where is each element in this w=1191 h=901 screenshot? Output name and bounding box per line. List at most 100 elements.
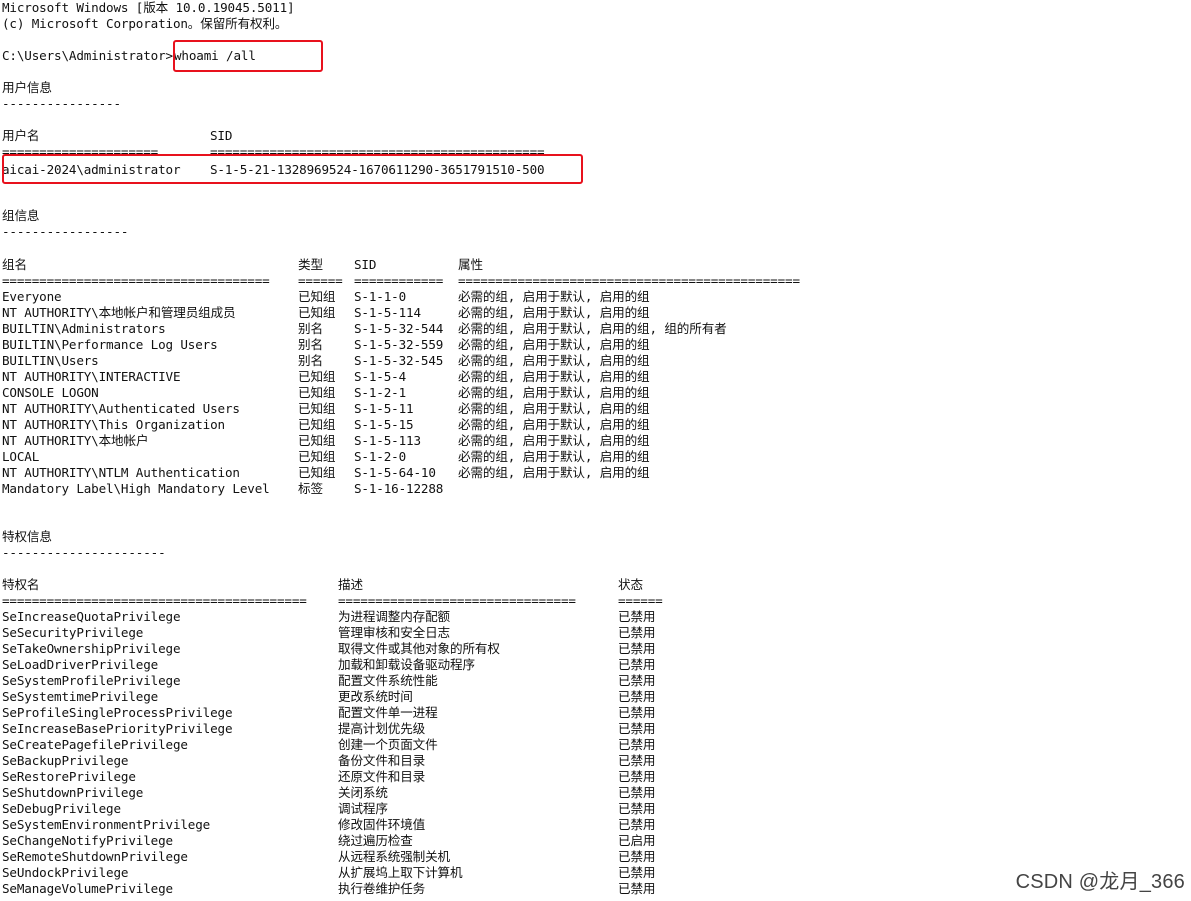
group-type-separator: ====== bbox=[298, 273, 343, 288]
group-sid-cell: S-1-1-0 bbox=[354, 289, 407, 304]
privilege-desc-cell: 绕过遍历检查 bbox=[338, 833, 413, 848]
group-name-cell: Mandatory Label\High Mandatory Level bbox=[2, 481, 270, 496]
group-info-header: 组名 类型 SID 属性 bbox=[2, 257, 483, 273]
group-type-cell: 已知组 bbox=[298, 385, 336, 400]
privilege-state-cell: 已禁用 bbox=[618, 657, 656, 672]
privilege-state-cell: 已禁用 bbox=[618, 689, 656, 704]
privilege-name-cell: SeDebugPrivilege bbox=[2, 801, 121, 816]
privilege-desc-cell: 管理审核和安全日志 bbox=[338, 625, 450, 640]
privilege-state-cell: 已禁用 bbox=[618, 849, 656, 864]
group-sid-cell: S-1-2-0 bbox=[354, 449, 407, 464]
group-name-cell: NT AUTHORITY\本地帐户和管理员组成员 bbox=[2, 305, 236, 320]
group-info-separator: ==================================== ===… bbox=[2, 273, 800, 289]
group-name-cell: LOCAL bbox=[2, 449, 40, 464]
privilege-name-cell: SeProfileSingleProcessPrivilege bbox=[2, 705, 233, 720]
privilege-state-cell: 已禁用 bbox=[618, 753, 656, 768]
group-type-column-header: 类型 bbox=[298, 257, 323, 272]
group-sid-column-header: SID bbox=[354, 257, 377, 272]
group-type-cell: 别名 bbox=[298, 321, 323, 336]
privilege-name-cell: SeCreatePagefilePrivilege bbox=[2, 737, 188, 752]
privilege-info-title: 特权信息 bbox=[2, 529, 52, 544]
group-name-cell: NT AUTHORITY\本地帐户 bbox=[2, 433, 149, 448]
command-prompt-line[interactable]: C:\Users\Administrator> whoami /all bbox=[2, 48, 256, 64]
copyright-line: (c) Microsoft Corporation。保留所有权利。 bbox=[2, 16, 288, 31]
privilege-name-cell: SeRemoteShutdownPrivilege bbox=[2, 849, 188, 864]
privilege-desc-cell: 为进程调整内存配额 bbox=[338, 609, 450, 624]
privilege-desc-column-header: 描述 bbox=[338, 577, 363, 592]
privilege-info-underline: ---------------------- bbox=[2, 545, 166, 560]
group-name-cell: BUILTIN\Performance Log Users bbox=[2, 337, 218, 352]
privilege-desc-cell: 配置文件系统性能 bbox=[338, 673, 438, 688]
group-type-cell: 别名 bbox=[298, 337, 323, 352]
group-attr-cell: 必需的组, 启用于默认, 启用的组, 组的所有者 bbox=[458, 321, 727, 336]
privilege-name-cell: SeSystemtimePrivilege bbox=[2, 689, 159, 704]
group-info-underline: ----------------- bbox=[2, 224, 129, 239]
privilege-state-column-header: 状态 bbox=[618, 577, 643, 592]
group-attr-cell: 必需的组, 启用于默认, 启用的组 bbox=[458, 385, 650, 400]
user-info-underline: ---------------- bbox=[2, 96, 121, 111]
privilege-state-cell: 已禁用 bbox=[618, 705, 656, 720]
group-sid-separator: ============ bbox=[354, 273, 444, 288]
group-sid-cell: S-1-5-32-559 bbox=[354, 337, 444, 352]
privilege-name-cell: SeSystemEnvironmentPrivilege bbox=[2, 817, 211, 832]
privilege-name-column-header: 特权名 bbox=[2, 577, 40, 592]
group-type-cell: 已知组 bbox=[298, 449, 336, 464]
group-attr-cell: 必需的组, 启用于默认, 启用的组 bbox=[458, 401, 650, 416]
csdn-watermark: CSDN @龙月_366 bbox=[1015, 871, 1185, 893]
prompt-path: C:\Users\Administrator> bbox=[2, 48, 173, 63]
privilege-info-separator: ========================================… bbox=[2, 593, 663, 609]
group-name-cell: CONSOLE LOGON bbox=[2, 385, 99, 400]
group-sid-cell: S-1-5-64-10 bbox=[354, 465, 436, 480]
privilege-state-cell: 已启用 bbox=[618, 833, 656, 848]
privilege-state-separator: ====== bbox=[618, 593, 663, 608]
group-attr-column-header: 属性 bbox=[458, 257, 483, 272]
user-sid-column-header: SID bbox=[210, 128, 233, 143]
user-info-header: 用户名 SID bbox=[2, 128, 232, 144]
privilege-desc-separator: ================================ bbox=[338, 593, 576, 608]
privilege-desc-cell: 创建一个页面文件 bbox=[338, 737, 438, 752]
group-name-cell: Everyone bbox=[2, 289, 62, 304]
group-attr-cell: 必需的组, 启用于默认, 启用的组 bbox=[458, 353, 650, 368]
group-type-cell: 已知组 bbox=[298, 289, 336, 304]
group-sid-cell: S-1-16-12288 bbox=[354, 481, 444, 496]
privilege-desc-cell: 提高计划优先级 bbox=[338, 721, 426, 736]
privilege-desc-cell: 取得文件或其他对象的所有权 bbox=[338, 641, 500, 656]
privilege-desc-cell: 关闭系统 bbox=[338, 785, 388, 800]
privilege-desc-cell: 备份文件和目录 bbox=[338, 753, 426, 768]
group-type-cell: 已知组 bbox=[298, 369, 336, 384]
privilege-name-cell: SeSecurityPrivilege bbox=[2, 625, 144, 640]
privilege-desc-cell: 执行卷维护任务 bbox=[338, 881, 426, 896]
privilege-desc-cell: 修改固件环境值 bbox=[338, 817, 426, 832]
privilege-desc-cell: 配置文件单一进程 bbox=[338, 705, 438, 720]
group-type-cell: 标签 bbox=[298, 481, 323, 496]
privilege-name-cell: SeUndockPrivilege bbox=[2, 865, 129, 880]
group-attr-cell: 必需的组, 启用于默认, 启用的组 bbox=[458, 449, 650, 464]
privilege-name-cell: SeIncreaseQuotaPrivilege bbox=[2, 609, 181, 624]
privilege-state-cell: 已禁用 bbox=[618, 785, 656, 800]
privilege-state-cell: 已禁用 bbox=[618, 865, 656, 880]
group-name-cell: BUILTIN\Administrators bbox=[2, 321, 166, 336]
privilege-info-header: 特权名 描述 状态 bbox=[2, 577, 643, 593]
privilege-desc-cell: 更改系统时间 bbox=[338, 689, 413, 704]
privilege-state-cell: 已禁用 bbox=[618, 737, 656, 752]
privilege-name-cell: SeChangeNotifyPrivilege bbox=[2, 833, 173, 848]
privilege-name-cell: SeShutdownPrivilege bbox=[2, 785, 144, 800]
console-window[interactable]: Microsoft Windows [版本 10.0.19045.5011] (… bbox=[0, 0, 1191, 901]
privilege-state-cell: 已禁用 bbox=[618, 673, 656, 688]
group-sid-cell: S-1-5-4 bbox=[354, 369, 407, 384]
group-sid-cell: S-1-5-32-544 bbox=[354, 321, 444, 336]
privilege-name-cell: SeTakeOwnershipPrivilege bbox=[2, 641, 181, 656]
group-sid-cell: S-1-5-113 bbox=[354, 433, 421, 448]
group-type-cell: 已知组 bbox=[298, 305, 336, 320]
os-version-line: Microsoft Windows [版本 10.0.19045.5011] bbox=[2, 0, 295, 15]
privilege-desc-cell: 调试程序 bbox=[338, 801, 388, 816]
group-type-cell: 已知组 bbox=[298, 465, 336, 480]
group-type-cell: 别名 bbox=[298, 353, 323, 368]
group-attr-cell: 必需的组, 启用于默认, 启用的组 bbox=[458, 433, 650, 448]
privilege-name-cell: SeRestorePrivilege bbox=[2, 769, 136, 784]
user-highlight-box bbox=[2, 154, 583, 184]
group-sid-cell: S-1-5-114 bbox=[354, 305, 421, 320]
privilege-state-cell: 已禁用 bbox=[618, 625, 656, 640]
privilege-state-cell: 已禁用 bbox=[618, 721, 656, 736]
group-attr-cell: 必需的组, 启用于默认, 启用的组 bbox=[458, 417, 650, 432]
